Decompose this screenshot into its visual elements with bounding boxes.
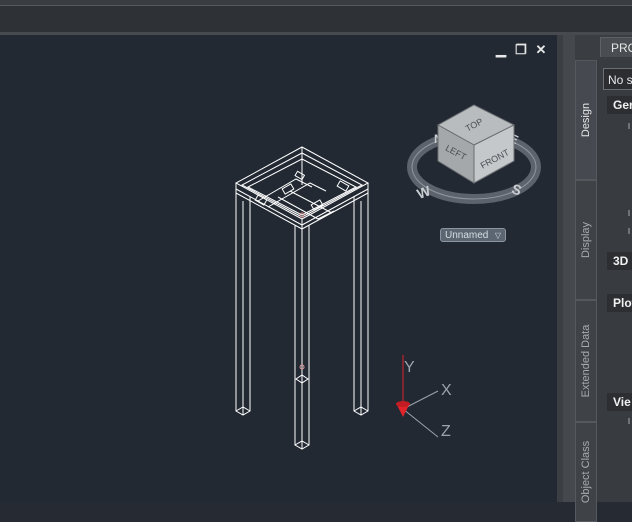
side-tab-design-label: Design xyxy=(580,102,592,138)
side-tab-display-label: Display xyxy=(580,221,592,259)
section-plot[interactable]: Plot xyxy=(607,294,632,312)
selection-dropdown[interactable]: No se xyxy=(603,68,632,90)
side-tab-design[interactable]: Design xyxy=(575,60,597,180)
section-3d[interactable]: 3D xyxy=(607,252,632,270)
named-view-dropdown[interactable]: Unnamed ▽ xyxy=(440,228,506,242)
side-tab-extended-data-label: Extended Data xyxy=(580,324,592,398)
drawing-viewport[interactable]: N E W S TOP LEFT FRONT Y X Z ▁ ❐ ✕ Unnam… xyxy=(0,35,557,502)
property-marker xyxy=(628,123,630,129)
section-general[interactable]: Gen xyxy=(607,96,632,114)
chevron-down-icon: ▽ xyxy=(494,231,501,240)
named-view-label: Unnamed xyxy=(445,230,489,241)
properties-palette: PRO Design Display Extended Data Object … xyxy=(575,35,632,522)
palette-title-tab[interactable]: PRO xyxy=(600,37,632,57)
ucs-icon: Y X Z xyxy=(396,355,452,440)
side-tab-display[interactable]: Display xyxy=(575,180,597,300)
ucs-y-label: Y xyxy=(404,359,415,376)
side-tab-object-class-label: Object Class xyxy=(580,440,592,504)
palette-edge-strip xyxy=(563,35,575,502)
viewport-canvas: N E W S TOP LEFT FRONT Y X Z xyxy=(234,104,541,450)
close-button[interactable]: ✕ xyxy=(534,43,548,57)
wireframe-model[interactable] xyxy=(234,146,370,450)
side-tab-extended-data[interactable]: Extended Data xyxy=(575,300,597,422)
property-marker xyxy=(628,228,630,234)
palette-side-tabs: Design Display Extended Data Object Clas… xyxy=(575,60,597,522)
property-marker xyxy=(628,210,630,216)
minimize-button[interactable]: ▁ xyxy=(494,43,508,57)
ribbon-strip xyxy=(0,6,632,32)
palette-splitter[interactable] xyxy=(557,35,575,502)
side-tab-object-class[interactable]: Object Class xyxy=(575,422,597,522)
ucs-z-label: Z xyxy=(441,423,451,440)
ucs-x-label: X xyxy=(441,382,452,399)
property-marker xyxy=(628,418,630,424)
section-view[interactable]: Vie xyxy=(607,393,632,411)
viewcube[interactable]: N E W S TOP LEFT FRONT xyxy=(407,104,541,204)
palette-content xyxy=(597,60,632,502)
restore-button[interactable]: ❐ xyxy=(514,43,528,57)
